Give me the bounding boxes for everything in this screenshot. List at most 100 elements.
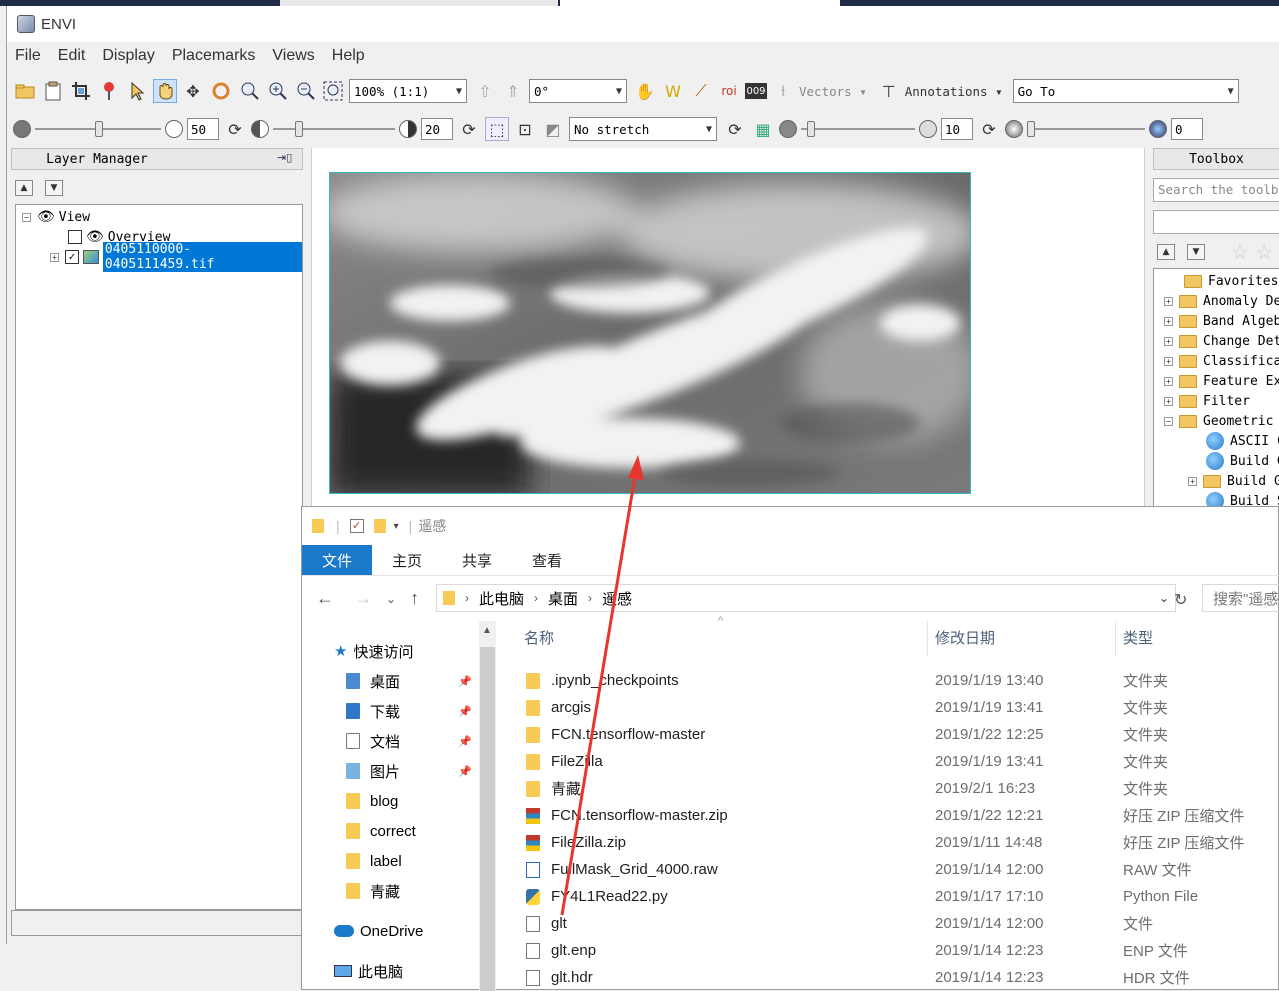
file-row[interactable]: FCN.tensorflow-master 2019/1/22 12:25 文件夹 [498, 721, 1279, 748]
tab-file[interactable]: 文件 [302, 545, 373, 575]
nav-item-correct[interactable]: correct [346, 819, 416, 843]
toolbox-item[interactable]: −Geometric Correction [1164, 411, 1279, 431]
tree-view-node[interactable]: − 👁 View [22, 207, 90, 227]
back-arrow-icon[interactable]: ← [316, 588, 334, 609]
breadcrumb-chevron-icon[interactable]: › [465, 591, 469, 605]
expand-icon[interactable]: + [50, 252, 59, 262]
file-row[interactable]: 青藏 2019/2/1 16:23 文件夹 [498, 775, 1279, 802]
dock-icon[interactable]: ⇥▯ [277, 151, 297, 167]
expand-icon[interactable]: + [1164, 356, 1173, 366]
file-row[interactable]: glt 2019/1/14 12:00 文件 [498, 910, 1279, 937]
scroll-thumb[interactable] [480, 647, 495, 991]
file-row[interactable]: .ipynb_checkpoints 2019/1/19 13:40 文件夹 [498, 667, 1279, 694]
search-input[interactable]: 搜索"遥感" [1202, 584, 1279, 612]
expand-icon[interactable]: + [1164, 316, 1173, 326]
expand-icon[interactable]: + [1164, 296, 1173, 306]
refresh-icon[interactable]: ↻ [1174, 590, 1187, 610]
zoom-level-select[interactable]: 100% (1:1) ▼ [349, 79, 467, 103]
nav-item-downloads[interactable]: 下载 📌 [346, 699, 472, 723]
tree-file-layer-node[interactable]: + ✓ 0405110000-0405111459.tif [50, 242, 302, 272]
nav-onedrive[interactable]: OneDrive [334, 919, 423, 943]
nav-item-blog[interactable]: blog [346, 789, 398, 813]
toolbox-item[interactable]: + Filter [1164, 391, 1250, 411]
transparency-value[interactable]: 0 [1171, 118, 1203, 140]
brightness-value[interactable]: 50 [187, 118, 219, 140]
tab-share[interactable]: 共享 [442, 545, 512, 575]
toolbox-search-input[interactable]: Search the toolbox [1153, 178, 1279, 202]
zoom-in-icon[interactable] [265, 79, 289, 103]
zoom-tool-icon[interactable] [237, 79, 261, 103]
nav-item-qingzang[interactable]: 青藏 [346, 879, 400, 903]
menu-help[interactable]: Help [332, 47, 365, 65]
recent-chevron-icon[interactable]: ⌄ [386, 592, 396, 606]
file-row[interactable]: FullMask_Grid_4000.raw 2019/1/14 12:00 RAW… [498, 856, 1279, 883]
reset-contrast-icon[interactable]: ⟳ [457, 117, 481, 141]
collapse-all-button[interactable]: ▲ [15, 180, 33, 196]
file-row[interactable]: FileZilla 2019/1/19 13:41 文件夹 [498, 748, 1279, 775]
open-folder-icon[interactable] [13, 79, 37, 103]
toolbox-filter-field[interactable] [1153, 210, 1279, 234]
menu-edit[interactable]: Edit [58, 47, 86, 65]
breadcrumb-chevron-icon[interactable]: › [588, 591, 592, 605]
go-to-field[interactable]: Go To ▼ [1012, 79, 1239, 103]
rotate-north-icon[interactable]: ⇑ [501, 79, 525, 103]
toolbox-tool[interactable]: Build GLT [1206, 451, 1279, 471]
menu-file[interactable]: File [15, 47, 41, 65]
file-row[interactable]: FileZilla.zip 2019/1/11 14:48 好压 ZIP 压缩文件 [498, 829, 1279, 856]
breadcrumb-this-pc[interactable]: 此电脑 [479, 588, 524, 609]
brightness-slider[interactable] [35, 117, 161, 141]
select-arrow-icon[interactable] [125, 79, 149, 103]
reset-sharpen-icon[interactable]: ⟳ [977, 117, 1001, 141]
forward-arrow-icon[interactable]: → [354, 588, 372, 609]
annotations-dropdown[interactable]: Annotations ▾ [905, 84, 1003, 99]
sharpen-value[interactable]: 10 [941, 118, 973, 140]
stretch-auto-icon[interactable]: ◩ [541, 117, 565, 141]
breadcrumb-current[interactable]: 遥感 [602, 588, 632, 609]
breadcrumb-desktop[interactable]: 桌面 [548, 588, 578, 609]
vectors-icon[interactable]: ⟊ [771, 79, 795, 103]
toolbox-item[interactable]: +Change Detection [1164, 331, 1279, 351]
properties-check-icon[interactable]: ✓ [349, 519, 364, 533]
overview-checkbox[interactable] [68, 230, 82, 244]
rotate-icon[interactable] [209, 79, 233, 103]
column-type[interactable]: 类型 [1123, 627, 1153, 648]
tab-home[interactable]: 主页 [372, 545, 442, 575]
favorite-star-icon[interactable]: ☆ ☆ [1231, 240, 1273, 264]
wave-icon[interactable]: W [661, 79, 685, 103]
fly-move-icon[interactable]: ✥ [181, 79, 205, 103]
toolbox-item[interactable]: Favorites [1184, 271, 1278, 291]
menu-display[interactable]: Display [102, 47, 154, 65]
hand-annotate-icon[interactable]: ✋ [633, 79, 657, 103]
nav-quick-access[interactable]: ★ 快速访问 [334, 639, 413, 663]
pan-hand-icon[interactable] [153, 79, 177, 103]
breadcrumb-chevron-icon[interactable]: › [534, 591, 538, 605]
stretch-view-icon[interactable]: ⊡ [513, 117, 537, 141]
expand-icon[interactable]: + [1164, 396, 1173, 406]
zoom-out-icon[interactable] [293, 79, 317, 103]
toolbox-item[interactable]: +Band Algebra [1164, 311, 1279, 331]
collapse-icon[interactable]: − [1164, 416, 1173, 426]
placemark-pin-icon[interactable] [97, 79, 121, 103]
up-arrow-icon[interactable]: ↑ [410, 588, 419, 609]
roi-tool-icon[interactable]: roi [717, 79, 741, 103]
menu-views[interactable]: Views [272, 47, 314, 65]
menu-placemarks[interactable]: Placemarks [172, 47, 256, 65]
nav-scrollbar[interactable]: ▲ [479, 621, 496, 991]
toolbox-item[interactable]: +Feature Extraction [1164, 371, 1279, 391]
toolbox-tool[interactable]: ASCII Coordinate [1206, 431, 1279, 451]
expand-icon[interactable]: + [1188, 476, 1197, 486]
toolbox-item[interactable]: +Anomaly Detection [1164, 291, 1279, 311]
quick-access-dropdown-icon[interactable]: ▾ [394, 521, 399, 532]
stretch-select[interactable]: No stretch ▼ [569, 117, 717, 141]
stretch-full-icon[interactable]: ⬚ [485, 117, 509, 141]
rotation-select[interactable]: 0° ▼ [529, 79, 627, 103]
annotation-icon[interactable]: ⊤ [877, 79, 901, 103]
tab-view[interactable]: 查看 [512, 545, 582, 575]
new-folder-icon[interactable] [373, 519, 386, 533]
vectors-dropdown[interactable]: Vectors ▾ [799, 84, 867, 99]
reset-brightness-icon[interactable]: ⟳ [223, 117, 247, 141]
nav-item-desktop[interactable]: 桌面 📌 [346, 669, 472, 693]
rotate-up-icon[interactable]: ⇧ [473, 79, 497, 103]
toolbox-item[interactable]: +Build Geometry [1188, 471, 1279, 491]
contrast-slider[interactable] [273, 117, 395, 141]
